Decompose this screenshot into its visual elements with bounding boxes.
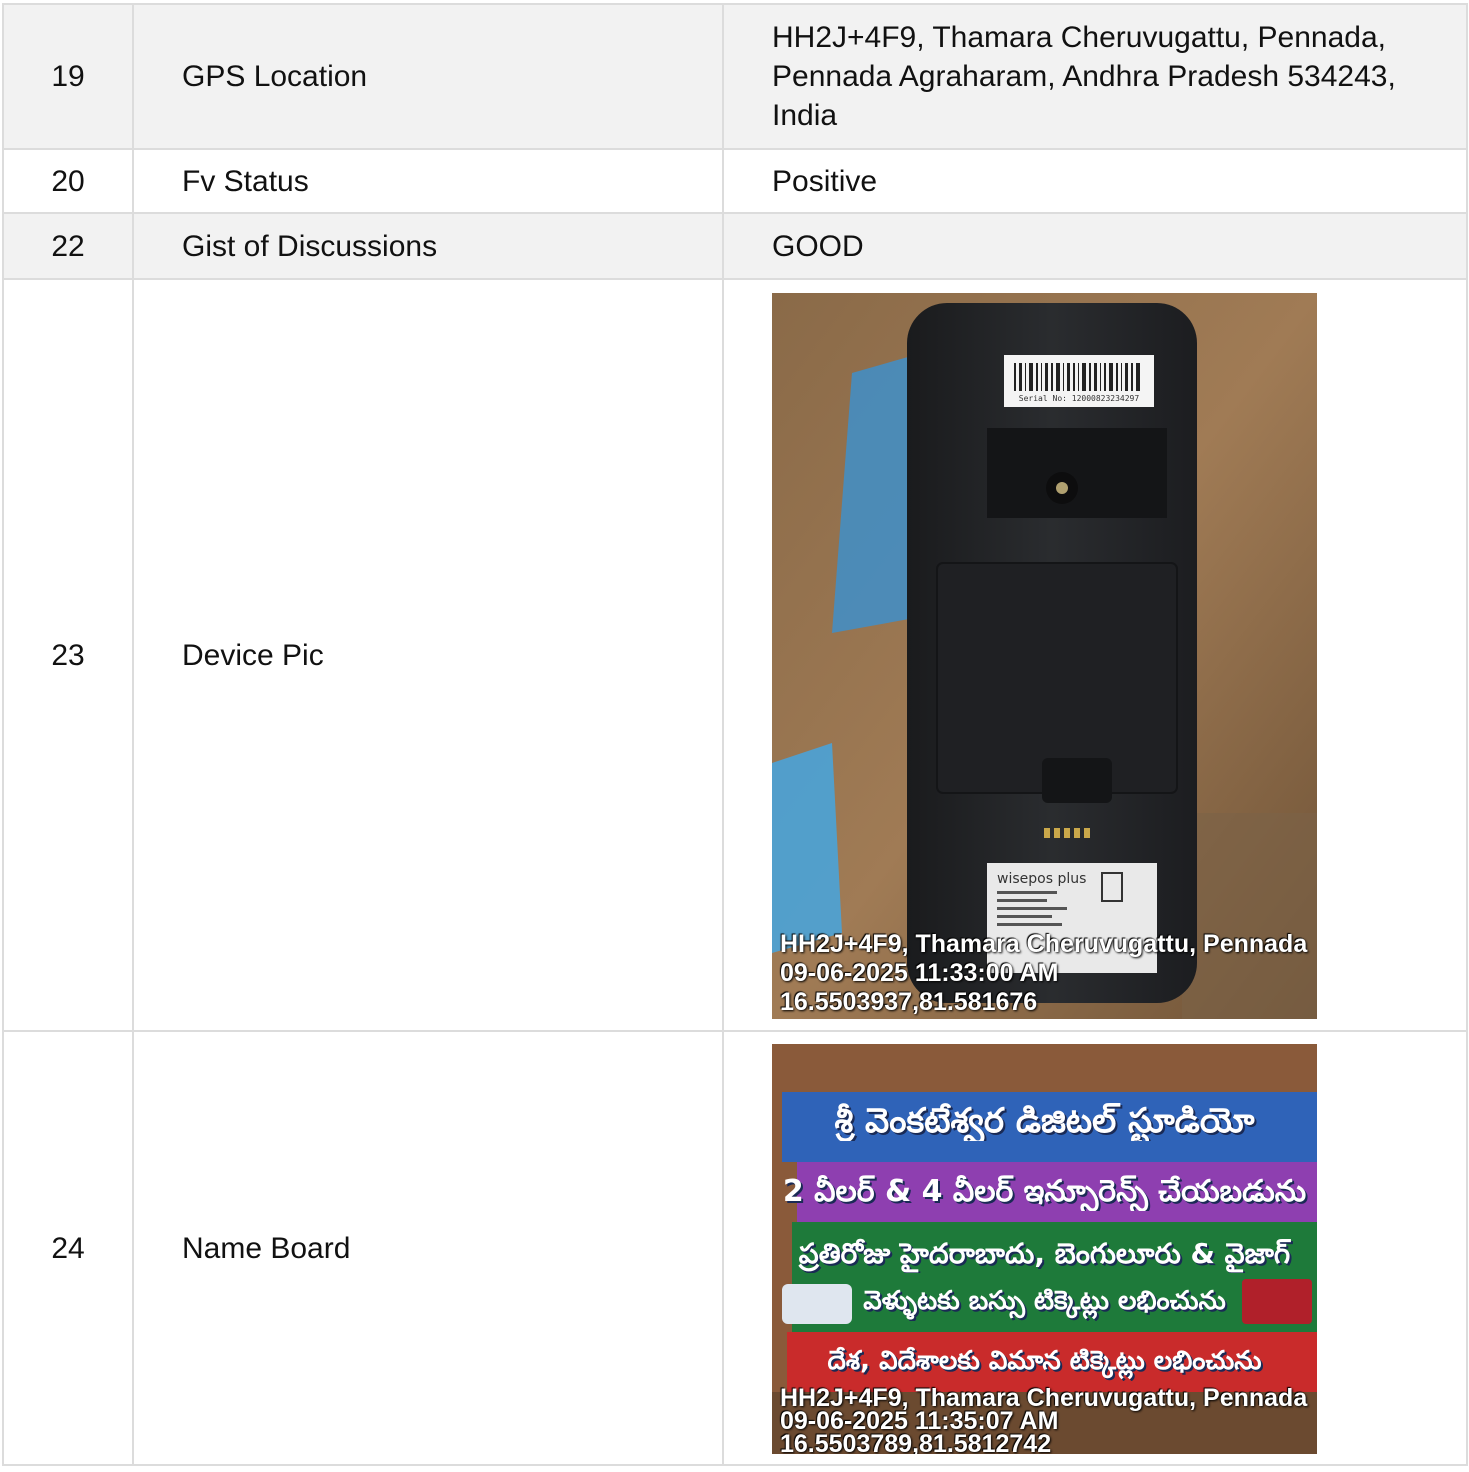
table-row: 19 GPS Location HH2J+4F9, Thamara Cheruv… xyxy=(2,3,1468,150)
row-number: 23 xyxy=(2,278,134,1032)
stamp-coords: 16.5503789,81.5812742 xyxy=(780,1430,1052,1455)
table-row: 24 Name Board శ్రీ వెంకటేశ్వర డిజిటల్ స్… xyxy=(2,1030,1468,1466)
stamp-datetime: 09-06-2025 11:33:00 AM xyxy=(780,959,1059,987)
table-row: 20 Fv Status Positive xyxy=(2,148,1468,214)
stamp-address: HH2J+4F9, Thamara Cheruvugattu, Pennada xyxy=(780,930,1308,958)
row-label: Device Pic xyxy=(132,278,724,1032)
gist-value: GOOD xyxy=(722,212,1468,280)
serial-label: Serial No: 12000823234297 xyxy=(1019,394,1140,403)
row-number: 19 xyxy=(2,3,134,150)
name-board-cell: శ్రీ వెంకటేశ్వర డిజిటల్ స్టూడియో 2 వీలర్… xyxy=(722,1030,1468,1466)
row-number: 24 xyxy=(2,1030,134,1466)
name-board-photo: శ్రీ వెంకటేశ్వర డిజిటల్ స్టూడియో 2 వీలర్… xyxy=(772,1044,1317,1454)
photo-stamp: HH2J+4F9, Thamara Cheruvugattu, Pennada … xyxy=(780,1386,1317,1455)
stamp-coords: 16.5503937,81.581676 xyxy=(780,988,1038,1016)
table-row: 22 Gist of Discussions GOOD xyxy=(2,212,1468,280)
device-pic-cell: Serial No: 12000823234297 wisepos plus H… xyxy=(722,278,1468,1032)
device-photo-image: Serial No: 12000823234297 wisepos plus xyxy=(772,293,1317,1019)
fv-status-value: Positive xyxy=(722,148,1468,214)
details-table: 19 GPS Location HH2J+4F9, Thamara Cheruv… xyxy=(2,3,1468,1466)
row-label: Gist of Discussions xyxy=(132,212,724,280)
gps-location-value: HH2J+4F9, Thamara Cheruvugattu, Pennada,… xyxy=(722,3,1468,150)
table-row: 23 Device Pic Serial No: 12000823234297 … xyxy=(2,278,1468,1032)
photo-stamp: HH2J+4F9, Thamara Cheruvugattu, Pennada … xyxy=(780,930,1317,1017)
board-line-4: వెళ్ళుటకు బస్సు టిక్కెట్లు లభించును xyxy=(863,1286,1226,1316)
row-label: GPS Location xyxy=(132,3,724,150)
board-line-1: శ్రీ వెంకటేశ్వర డిజిటల్ స్టూడియో xyxy=(834,1102,1255,1141)
device-photo: Serial No: 12000823234297 wisepos plus H… xyxy=(772,293,1317,1019)
board-line-2: 2 వీలర్ & 4 వీలర్ ఇన్సూరెన్స్ చేయబడును xyxy=(782,1174,1307,1209)
row-number: 20 xyxy=(2,148,134,214)
board-line-5: దేశ, విదేశాలకు విమాన టిక్కెట్లు లభించును xyxy=(827,1346,1262,1376)
row-number: 22 xyxy=(2,212,134,280)
device-brand: wisepos plus xyxy=(997,871,1086,887)
board-line-3: ప్రతిరోజు హైదరాబాదు, బెంగులూరు & వైజాగ్ xyxy=(798,1237,1291,1270)
row-label: Fv Status xyxy=(132,148,724,214)
row-label: Name Board xyxy=(132,1030,724,1466)
